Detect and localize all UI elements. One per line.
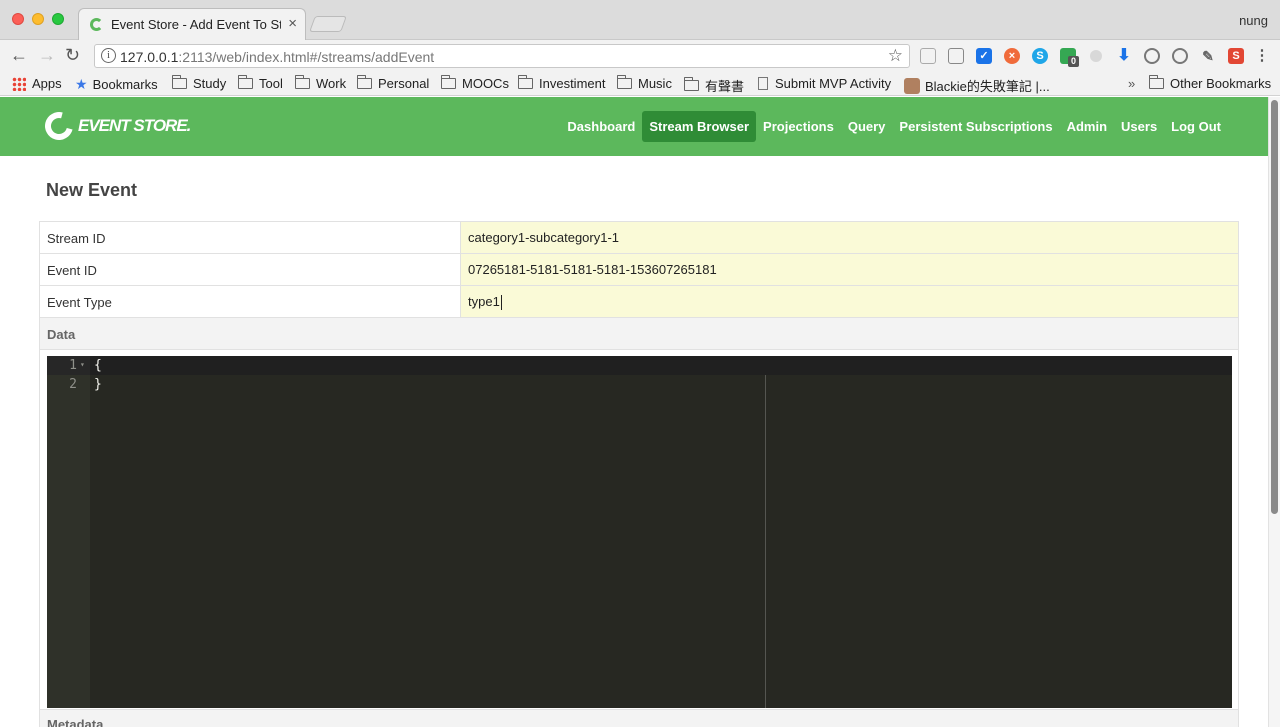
folder-icon bbox=[684, 77, 699, 91]
logo-text: EVENT STORE. bbox=[78, 116, 191, 135]
event-id-input[interactable]: 07265181-5181-5181-5181-153607265181 bbox=[461, 254, 1238, 285]
chat-extension-icon[interactable] bbox=[1172, 48, 1188, 64]
star-icon: ★ bbox=[75, 76, 88, 92]
nav-dashboard[interactable]: Dashboard bbox=[560, 111, 642, 142]
folder-icon bbox=[518, 75, 533, 89]
folder-icon bbox=[617, 75, 632, 89]
event-id-label: Event ID bbox=[40, 254, 461, 285]
browser-titlebar: Event Store - Add Event To Str × nung bbox=[0, 0, 1280, 40]
profile-name[interactable]: nung bbox=[1239, 13, 1268, 28]
page-scrollbar[interactable] bbox=[1268, 97, 1280, 727]
nav-stream-browser[interactable]: Stream Browser bbox=[642, 111, 757, 142]
metadata-section-label: Metadata bbox=[39, 709, 1239, 727]
address-url: 127.0.0.1:2113/web/index.html#/streams/a… bbox=[120, 49, 435, 65]
close-window-button[interactable] bbox=[12, 13, 24, 25]
event-type-row: Event Type type1 bbox=[40, 286, 1238, 318]
line-number: 2 bbox=[69, 377, 77, 392]
page-viewport: EVENT STORE. Dashboard Stream Browser Pr… bbox=[0, 97, 1268, 727]
bookmarks-bar: Apps ★ Bookmarks Study Tool Work Personal… bbox=[0, 72, 1280, 96]
folder-icon bbox=[295, 75, 310, 89]
bookmark-blackie[interactable]: Blackie的失敗筆記 |... bbox=[904, 76, 1050, 95]
reload-icon[interactable]: ↻ bbox=[65, 45, 80, 65]
chrome-menu-icon[interactable]: ⋮ bbox=[1254, 48, 1270, 64]
stream-id-row: Stream ID category1-subcategory1-1 bbox=[40, 222, 1238, 254]
scrollbar-thumb[interactable] bbox=[1271, 100, 1278, 514]
data-code-editor[interactable]: 1 ▾ 2 { } bbox=[47, 356, 1232, 708]
line-number: 1 bbox=[69, 358, 77, 373]
nav-projections[interactable]: Projections bbox=[756, 111, 841, 142]
bookmark-work[interactable]: Work bbox=[295, 75, 346, 91]
zoom-window-button[interactable] bbox=[52, 13, 64, 25]
trello-extension-icon[interactable] bbox=[948, 48, 964, 64]
bookmark-star-icon[interactable]: ☆ bbox=[888, 46, 903, 66]
logo-ring-icon bbox=[39, 106, 79, 146]
download-extension-icon[interactable]: ⬇ bbox=[1116, 48, 1132, 64]
folder-icon bbox=[172, 75, 187, 89]
bookmark-moocs[interactable]: MOOCs bbox=[441, 75, 509, 91]
document-icon bbox=[758, 77, 768, 90]
editor-print-margin bbox=[765, 375, 766, 708]
skype-extension-icon[interactable]: S bbox=[1032, 48, 1048, 64]
bookmark-submit-mvp[interactable]: Submit MVP Activity bbox=[758, 76, 891, 91]
editor-active-line bbox=[47, 356, 1232, 375]
nav-query[interactable]: Query bbox=[841, 111, 893, 142]
copy-extension-icon[interactable] bbox=[920, 48, 936, 64]
bookmark-investiment[interactable]: Investiment bbox=[518, 75, 605, 91]
bookmark-bookmarks[interactable]: ★ Bookmarks bbox=[75, 76, 158, 93]
back-arrow-icon[interactable]: ← bbox=[10, 45, 28, 65]
minimize-window-button[interactable] bbox=[32, 13, 44, 25]
bookmark-personal[interactable]: Personal bbox=[357, 75, 429, 91]
bookmark-apps[interactable]: Apps bbox=[12, 76, 62, 91]
new-event-form: Stream ID category1-subcategory1-1 Event… bbox=[39, 221, 1239, 715]
bookmark-other-bookmarks[interactable]: Other Bookmarks bbox=[1149, 75, 1271, 91]
fold-arrow-icon[interactable]: ▾ bbox=[80, 360, 85, 369]
folder-icon bbox=[441, 75, 456, 89]
code-line: } bbox=[94, 377, 102, 392]
stream-id-input[interactable]: category1-subcategory1-1 bbox=[461, 222, 1238, 253]
nav-log-out[interactable]: Log Out bbox=[1164, 111, 1228, 142]
site-info-icon[interactable]: i bbox=[101, 48, 116, 63]
browser-tab-active[interactable]: Event Store - Add Event To Str × bbox=[78, 8, 306, 40]
event-type-input[interactable]: type1 bbox=[461, 286, 1238, 317]
stream-id-label: Stream ID bbox=[40, 222, 461, 253]
data-editor-container: 1 ▾ 2 { } bbox=[40, 350, 1238, 714]
event-store-favicon-icon bbox=[90, 18, 103, 31]
main-nav: Dashboard Stream Browser Projections Que… bbox=[560, 111, 1228, 142]
apps-grid-icon bbox=[12, 76, 26, 91]
s-extension-icon[interactable]: S bbox=[1228, 48, 1244, 64]
bookmark-audiobooks[interactable]: 有聲書 bbox=[684, 76, 744, 95]
event-id-row: Event ID 07265181-5181-5181-5181-1536072… bbox=[40, 254, 1238, 286]
text-caret bbox=[500, 295, 502, 311]
pocket-extension-icon[interactable]: ✓ bbox=[976, 48, 992, 64]
nav-users[interactable]: Users bbox=[1114, 111, 1164, 142]
new-tab-button[interactable] bbox=[309, 16, 347, 32]
nav-admin[interactable]: Admin bbox=[1060, 111, 1114, 142]
folder-icon bbox=[238, 75, 253, 89]
data-section-label: Data bbox=[40, 318, 1238, 350]
avatar-icon bbox=[904, 77, 920, 94]
nav-persistent-subscriptions[interactable]: Persistent Subscriptions bbox=[892, 111, 1059, 142]
bookmarks-overflow-chevron-icon[interactable]: » bbox=[1128, 76, 1135, 91]
folder-icon bbox=[357, 75, 372, 89]
cancel-extension-icon[interactable]: × bbox=[1004, 48, 1020, 64]
bookmark-music[interactable]: Music bbox=[617, 75, 672, 91]
code-line: { bbox=[94, 358, 102, 373]
network-extension-icon[interactable]: 0 bbox=[1060, 48, 1079, 67]
event-type-label: Event Type bbox=[40, 286, 461, 317]
event-store-logo[interactable]: EVENT STORE. bbox=[39, 106, 191, 146]
bookmark-tool[interactable]: Tool bbox=[238, 75, 283, 91]
dot-extension-icon[interactable] bbox=[1090, 50, 1102, 62]
tab-title: Event Store - Add Event To Str bbox=[111, 17, 281, 32]
eyedropper-extension-icon[interactable]: ✎ bbox=[1200, 48, 1216, 64]
close-tab-icon[interactable]: × bbox=[288, 15, 297, 32]
editor-gutter bbox=[47, 356, 90, 708]
event-type-value: type1 bbox=[468, 294, 500, 309]
address-bar[interactable]: i 127.0.0.1:2113/web/index.html#/streams… bbox=[94, 44, 910, 68]
bookmark-study[interactable]: Study bbox=[172, 75, 226, 91]
page-title: New Event bbox=[46, 180, 138, 200]
folder-icon bbox=[1149, 75, 1164, 89]
tomato-timer-icon[interactable] bbox=[1144, 48, 1160, 64]
app-header: EVENT STORE. Dashboard Stream Browser Pr… bbox=[0, 97, 1268, 156]
forward-arrow-icon[interactable]: → bbox=[38, 45, 56, 65]
